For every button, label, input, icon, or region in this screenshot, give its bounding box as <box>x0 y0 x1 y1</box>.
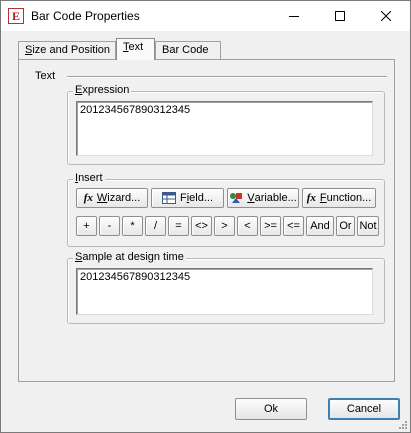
operator-not-equal-button[interactable]: <> <box>191 216 212 236</box>
sample-caption-text: ample at design time <box>82 251 184 263</box>
expression-value: 201234567890312345 <box>80 104 191 116</box>
operator-label: = <box>175 220 182 232</box>
expression-group: Expression 201234567890312345 <box>67 84 385 165</box>
operator-label: And <box>310 220 330 232</box>
function-button[interactable]: fx Function... <box>302 188 376 208</box>
close-button[interactable] <box>363 1 409 31</box>
maximize-icon <box>335 11 345 21</box>
app-icon: E <box>8 8 24 24</box>
operator-label: <> <box>195 220 208 232</box>
tab-label: ize and Position <box>32 44 111 56</box>
operator-or-button[interactable]: Or <box>336 216 355 236</box>
operator-equals-button[interactable]: = <box>168 216 189 236</box>
operator-label: / <box>153 220 158 232</box>
dialog-window: E Bar Code Properties Size and Position … <box>0 0 411 433</box>
variable-label: ariable... <box>254 192 297 204</box>
tab-panel-text: Text Expression 201234567890312345 Inser… <box>18 59 395 382</box>
variable-button[interactable]: Variable... <box>227 188 299 208</box>
window-title: Bar Code Properties <box>31 9 140 23</box>
sample-output[interactable]: 201234567890312345 <box>76 268 373 315</box>
wizard-label: izard... <box>107 192 141 204</box>
minimize-button[interactable] <box>271 1 317 31</box>
fx-icon: fx <box>306 192 316 204</box>
operator-label: - <box>107 220 112 232</box>
sample-group: Sample at design time 201234567890312345 <box>67 251 385 324</box>
operator-less-button[interactable]: < <box>237 216 258 236</box>
insert-caption: Insert <box>73 172 105 184</box>
expression-caption-text: xpression <box>82 84 130 96</box>
operator-label: + <box>83 220 90 232</box>
operator-label: Not <box>359 220 377 232</box>
field-button[interactable]: Fi eld... <box>151 188 224 208</box>
wizard-button[interactable]: fx Wizard... <box>76 188 148 208</box>
sample-caption: Sample at design time <box>73 251 186 263</box>
operator-multiply-button[interactable]: * <box>122 216 143 236</box>
resize-grip-icon[interactable] <box>397 419 408 430</box>
operator-not-button[interactable]: Not <box>357 216 379 236</box>
operator-and-button[interactable]: And <box>306 216 334 236</box>
expression-caption: Expression <box>73 84 132 96</box>
fx-icon: fx <box>83 192 93 204</box>
tab-text[interactable]: Text <box>116 38 155 60</box>
cancel-button[interactable]: Cancel <box>328 398 400 420</box>
sample-value: 201234567890312345 <box>80 271 191 283</box>
variable-label-accel: V <box>247 192 255 204</box>
field-label-pre: F <box>179 192 187 204</box>
operator-label: >= <box>264 220 277 232</box>
tab-label: Bar Code <box>162 44 209 56</box>
tab-size-and-position[interactable]: Size and Position <box>18 41 116 59</box>
field-label: eld... <box>189 192 214 204</box>
operator-greater-equal-button[interactable]: >= <box>260 216 281 236</box>
function-label: unction... <box>326 192 372 204</box>
wizard-label-accel: W <box>96 192 108 204</box>
section-divider <box>67 76 387 78</box>
expression-input[interactable]: 201234567890312345 <box>76 101 373 156</box>
section-label: Text <box>35 70 56 82</box>
insert-group: Insert fx Wizard... Fi eld... Variable... … <box>67 172 385 247</box>
maximize-button[interactable] <box>317 1 363 31</box>
insert-caption-text: nsert <box>78 172 103 184</box>
operator-label: Or <box>339 220 352 232</box>
table-icon <box>161 192 176 204</box>
tab-label: ext <box>128 41 144 53</box>
ok-button[interactable]: Ok <box>235 398 307 420</box>
function-label-accel: F <box>319 192 327 204</box>
variable-icon <box>229 192 243 204</box>
operator-less-equal-button[interactable]: <= <box>283 216 304 236</box>
operator-label: * <box>130 220 135 232</box>
operator-label: < <box>244 220 251 232</box>
operator-greater-button[interactable]: > <box>214 216 235 236</box>
cancel-label: Cancel <box>346 403 382 415</box>
operator-label: <= <box>287 220 300 232</box>
ok-label: Ok <box>263 403 279 415</box>
operator-minus-button[interactable]: - <box>99 216 120 236</box>
operator-divide-button[interactable]: / <box>145 216 166 236</box>
title-bar[interactable]: E Bar Code Properties <box>1 1 410 31</box>
operator-label: > <box>221 220 228 232</box>
operator-plus-button[interactable]: + <box>76 216 97 236</box>
close-icon <box>381 11 391 21</box>
minimize-icon <box>289 16 299 17</box>
tab-bar-code[interactable]: Bar Code <box>155 41 221 59</box>
